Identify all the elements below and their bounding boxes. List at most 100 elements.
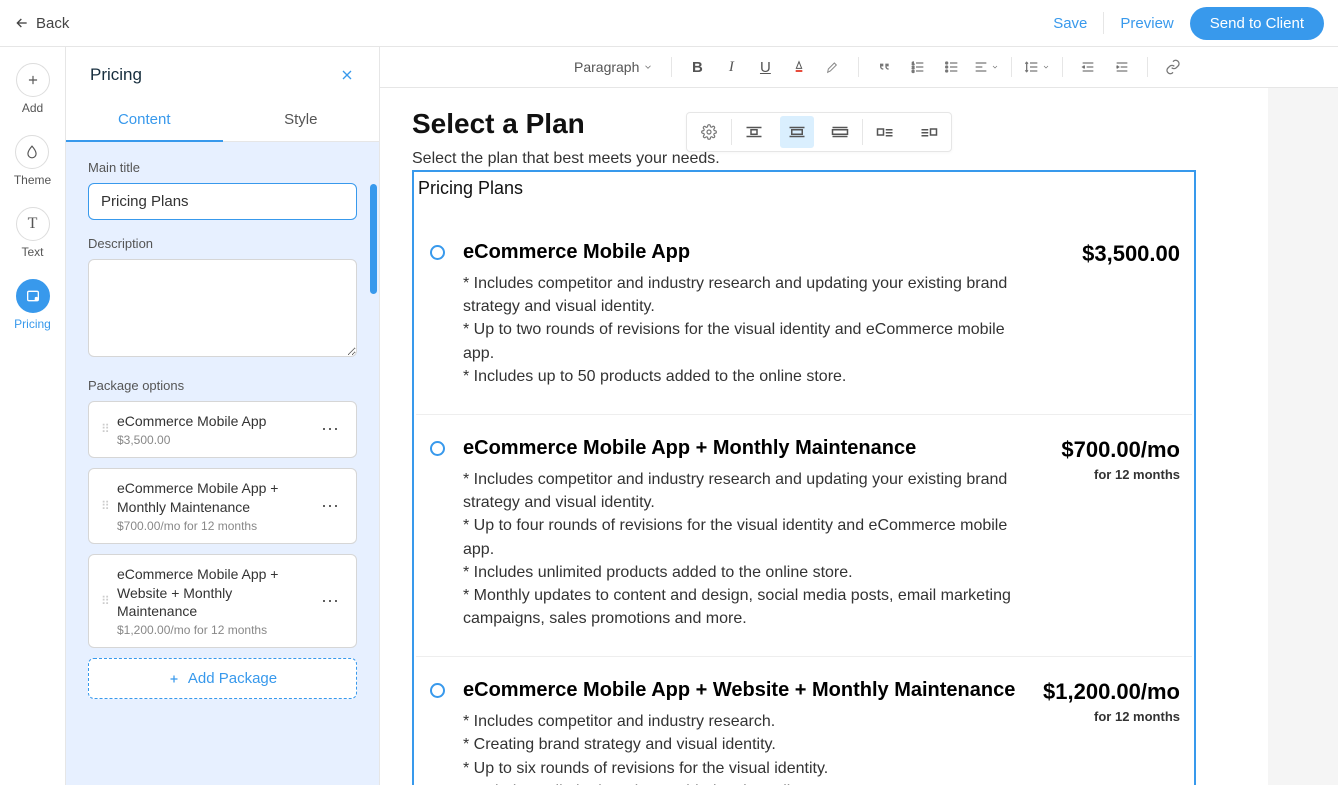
plan-price: $1,200.00/mo [1040, 679, 1180, 705]
bullet-list-button[interactable] [939, 54, 965, 80]
save-link[interactable]: Save [1053, 15, 1087, 32]
bold-button[interactable]: B [684, 54, 710, 80]
align-medium-icon [788, 125, 806, 139]
package-card[interactable]: ⠿ eCommerce Mobile App $3,500.00 ⋯ [88, 401, 357, 458]
paragraph-style-label: Paragraph [574, 59, 639, 75]
quote-icon [876, 59, 892, 75]
main-title-input[interactable] [88, 183, 357, 220]
package-menu-button[interactable]: ⋯ [317, 422, 344, 436]
topbar: Back Save Preview Send to Client [0, 0, 1338, 47]
align-medium-button[interactable] [780, 116, 814, 148]
unordered-list-icon [944, 59, 960, 75]
gear-icon [701, 124, 717, 140]
toolbar-theme-label: Theme [14, 173, 51, 187]
toolbar-pricing[interactable]: $ Pricing [14, 279, 51, 331]
align-small-button[interactable] [732, 112, 776, 152]
editor-toolbar: Paragraph B I U 123 [380, 47, 1338, 88]
panel-scrollbar-thumb[interactable] [370, 184, 377, 294]
toolbar-theme[interactable]: Theme [14, 135, 51, 187]
plus-icon [168, 673, 180, 685]
add-package-button[interactable]: Add Package [88, 658, 357, 699]
canvas: Paragraph B I U 123 [380, 47, 1338, 785]
package-name: eCommerce Mobile App + Monthly Maintenan… [117, 479, 311, 517]
indent-decrease-icon [1080, 59, 1096, 75]
plan-description: * Includes competitor and industry resea… [463, 468, 1022, 630]
preview-link[interactable]: Preview [1120, 15, 1173, 32]
package-card[interactable]: ⠿ eCommerce Mobile App + Monthly Mainten… [88, 468, 357, 544]
indent-increase-button[interactable] [1109, 54, 1135, 80]
plan-price: $700.00/mo [1040, 437, 1180, 463]
plus-icon [26, 73, 40, 87]
link-icon [1165, 59, 1181, 75]
panel-close-button[interactable] [339, 67, 355, 83]
canvas-right-gutter [1268, 88, 1338, 785]
drag-handle-icon[interactable]: ⠿ [101, 426, 111, 432]
chevron-down-icon [991, 63, 999, 71]
pricing-icon: $ [25, 288, 41, 304]
separator [671, 57, 672, 77]
pricing-panel: Pricing Content Style Main title Descrip… [66, 47, 380, 785]
wrap-left-icon [876, 125, 894, 139]
package-menu-button[interactable]: ⋯ [317, 499, 344, 513]
plan-radio[interactable] [430, 245, 445, 260]
chevron-down-icon [643, 62, 653, 72]
drop-icon [25, 144, 39, 160]
line-spacing-button[interactable] [1024, 54, 1050, 80]
numbered-list-button[interactable]: 123 [905, 54, 931, 80]
package-price: $1,200.00/mo for 12 months [117, 623, 311, 637]
wrap-right-button[interactable] [907, 112, 951, 152]
plan-price: $3,500.00 [1040, 241, 1180, 267]
pricing-block-title: Pricing Plans [416, 174, 1192, 219]
toolbar-pricing-label: Pricing [14, 317, 51, 331]
package-menu-button[interactable]: ⋯ [317, 594, 344, 608]
wrap-left-button[interactable] [863, 112, 907, 152]
italic-button[interactable]: I [718, 54, 744, 80]
ordered-list-icon: 123 [910, 59, 926, 75]
doc-subheading: Select the plan that best meets your nee… [412, 150, 1196, 168]
description-textarea[interactable] [88, 259, 357, 357]
underline-button[interactable]: U [752, 54, 778, 80]
align-button[interactable] [973, 54, 999, 80]
line-spacing-icon [1024, 59, 1040, 75]
plan-row: eCommerce Mobile App + Website + Monthly… [416, 657, 1192, 785]
toolbar-add[interactable]: Add [16, 63, 50, 115]
panel-title: Pricing [90, 65, 142, 85]
topbar-actions: Save Preview Send to Client [1053, 7, 1324, 40]
align-full-button[interactable] [818, 112, 862, 152]
block-settings-button[interactable] [687, 112, 731, 152]
package-name: eCommerce Mobile App [117, 412, 311, 431]
highlight-button[interactable] [820, 54, 846, 80]
drag-handle-icon[interactable]: ⠿ [101, 598, 111, 604]
plan-sub: for 12 months [1040, 709, 1180, 724]
block-toolbar [686, 112, 952, 152]
plan-name: eCommerce Mobile App [463, 241, 1022, 264]
send-to-client-button[interactable]: Send to Client [1190, 7, 1324, 40]
plan-radio[interactable] [430, 683, 445, 698]
toolbar-add-label: Add [22, 101, 43, 115]
tab-content[interactable]: Content [66, 101, 223, 142]
highlighter-icon [825, 59, 841, 75]
package-price: $3,500.00 [117, 433, 311, 447]
separator [1147, 57, 1148, 77]
plan-radio[interactable] [430, 441, 445, 456]
plan-sub: for 12 months [1040, 467, 1180, 482]
text-color-icon [791, 59, 807, 75]
drag-handle-icon[interactable]: ⠿ [101, 503, 111, 509]
document-area[interactable]: Select a Plan Select the plan that best … [380, 88, 1268, 785]
toolbar-text[interactable]: T Text [16, 207, 50, 259]
panel-tabs: Content Style [66, 101, 379, 142]
link-button[interactable] [1160, 54, 1186, 80]
description-label: Description [88, 236, 357, 251]
pricing-block[interactable]: Pricing Plans eCommerce Mobile App * Inc… [412, 170, 1196, 785]
quote-button[interactable] [871, 54, 897, 80]
indent-decrease-button[interactable] [1075, 54, 1101, 80]
tab-style[interactable]: Style [223, 101, 380, 142]
separator [1011, 57, 1012, 77]
plan-name: eCommerce Mobile App + Website + Monthly… [463, 679, 1022, 702]
text-color-button[interactable] [786, 54, 812, 80]
paragraph-style-dropdown[interactable]: Paragraph [568, 55, 659, 79]
chevron-down-icon [1042, 63, 1050, 71]
package-card[interactable]: ⠿ eCommerce Mobile App + Website + Month… [88, 554, 357, 649]
back-button[interactable]: Back [8, 9, 75, 38]
separator [858, 57, 859, 77]
